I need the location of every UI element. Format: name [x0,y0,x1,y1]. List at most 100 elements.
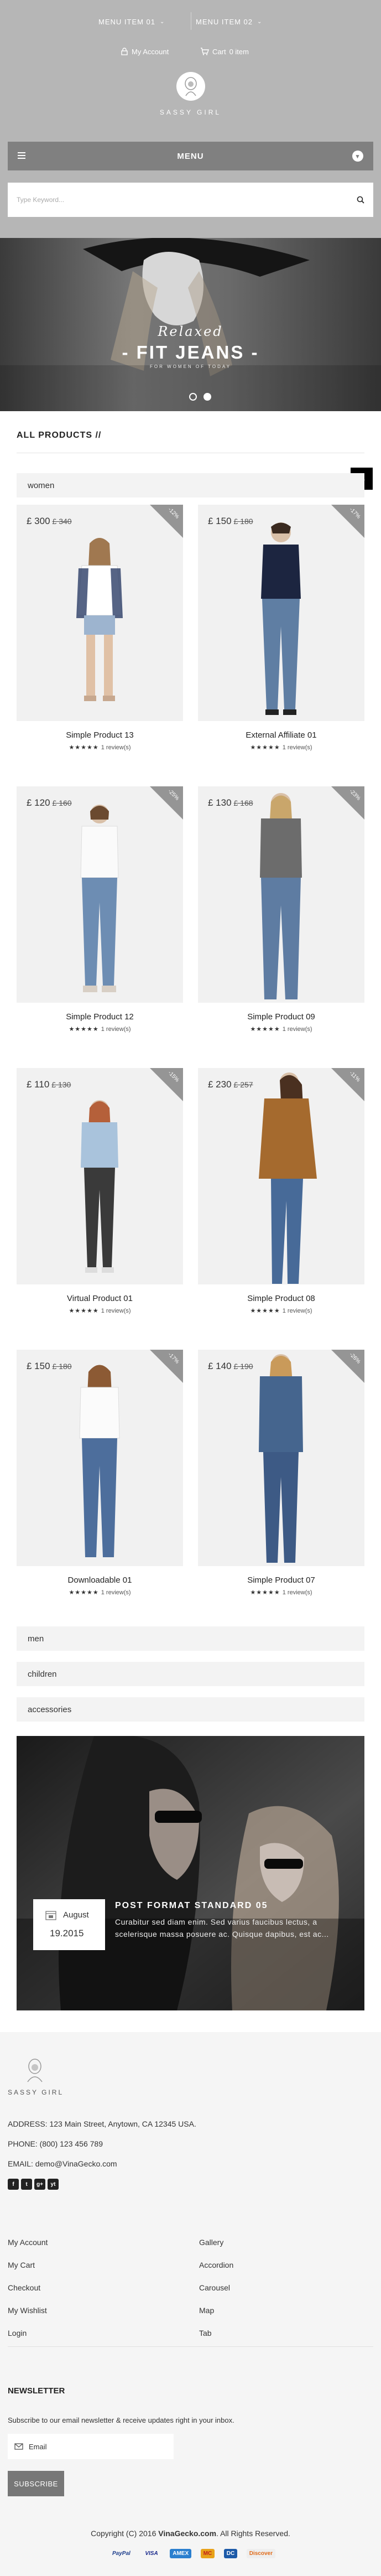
footer-link-checkout[interactable]: Checkout [8,2283,40,2292]
product-image[interactable]: £ 300 £ 340 -12% [17,505,183,721]
footer-link-my-account[interactable]: My Account [8,2238,48,2247]
search-input[interactable] [17,196,357,204]
sale-badge: -15% [150,1068,183,1101]
category-label: women [28,480,55,490]
menu-item-01[interactable]: MENU ITEM 01 ⌄ [98,13,165,30]
product-image[interactable]: £ 230 £ 257 -11% [198,1068,364,1284]
slider-dot-1[interactable] [189,393,197,401]
sale-badge: -25% [150,786,183,820]
blog-title[interactable]: POST FORMAT STANDARD 05 [115,1901,268,1911]
cart-link[interactable]: Cart 0 item [200,43,249,60]
category-tab-accessories[interactable]: accessories [17,1697,364,1722]
old-price: £ 160 [52,799,72,807]
category-label: children [28,1669,57,1679]
footer-link-my-cart[interactable]: My Cart [8,2261,35,2269]
payment-icons: PayPal VISA AMEX MC DC Discover [109,2547,275,2560]
product-price: £ 230 £ 257 [208,1079,253,1090]
product-name[interactable]: Simple Product 07 [198,1575,364,1585]
blog-photo [17,1736,364,2010]
category-tab-men[interactable]: men [17,1626,364,1651]
blog-month: August [63,1910,89,1920]
footer-link-accordion[interactable]: Accordion [199,2261,233,2269]
newsletter-email-input[interactable] [29,2442,126,2451]
product-image[interactable]: £ 120 £ 160 -25% [17,786,183,1003]
logo[interactable] [176,72,205,101]
newsletter-title: NEWSLETTER [8,2386,65,2396]
review-count: 1 review(s) [282,1589,312,1596]
newsletter-description: Subscribe to our email newsletter & rece… [8,2416,234,2424]
my-account-link[interactable]: My Account [121,43,169,60]
logo-icon [185,77,197,96]
product-name[interactable]: Simple Product 08 [198,1294,364,1303]
cart-icon [201,48,209,55]
facebook-icon[interactable]: f [8,2179,19,2190]
menu-item-02-label: MENU ITEM 02 [196,17,253,26]
footer-link-tab[interactable]: Tab [199,2329,212,2337]
rating-stars: ★★★★★ [69,744,99,751]
old-price: £ 168 [233,799,253,807]
product-price: £ 120 £ 160 [27,797,72,808]
product-image[interactable]: £ 150 £ 180 -17% [198,505,364,721]
product-rating: ★★★★★ 1 review(s) [17,744,183,751]
product-image[interactable]: £ 110 £ 130 -15% [17,1068,183,1284]
subscribe-button[interactable]: SUBSCRIBE [8,2471,64,2496]
product-name[interactable]: Simple Product 13 [17,730,183,740]
product-name[interactable]: Downloadable 01 [17,1575,183,1585]
product-image[interactable]: £ 150 £ 180 -17% [17,1350,183,1566]
logo-icon [27,2059,43,2082]
envelope-icon [14,2443,23,2450]
copyright-prefix: Copyright (C) 2016 [91,2529,159,2538]
footer-link-map[interactable]: Map [199,2306,214,2315]
review-count: 1 review(s) [282,744,312,751]
mastercard-icon: MC [200,2548,215,2558]
chevron-down-icon: ⌄ [160,18,165,25]
amex-icon: AMEX [170,2548,192,2558]
product-price: £ 150 £ 180 [208,516,253,526]
category-label: accessories [28,1704,72,1714]
review-count: 1 review(s) [282,1308,312,1314]
calendar-icon [45,1911,56,1920]
mobile-menu-bar[interactable]: MENU ▾ [8,142,373,170]
mobile-menu-label: MENU [177,151,204,161]
google-plus-icon[interactable]: g+ [34,2179,45,2190]
footer-phone: PHONE: (800) 123 456 789 [8,2139,103,2148]
sale-badge: -12% [150,505,183,538]
cart-label: Cart [212,47,226,56]
old-price: £ 340 [52,517,72,526]
blog-post-image[interactable] [17,1736,364,2010]
newsletter-email-field [8,2434,174,2459]
category-tab-women[interactable]: women [17,473,364,497]
product-name[interactable]: Simple Product 09 [198,1012,364,1022]
search-icon[interactable] [357,196,364,204]
youtube-icon[interactable]: yt [48,2179,59,2190]
rating-stars: ★★★★★ [250,1308,280,1314]
banner-subtitle: FOR WOMEN OF TODAY [150,364,231,369]
product-name[interactable]: External Affiliate 01 [198,730,364,740]
product-price: £ 300 £ 340 [27,516,72,526]
product-image[interactable]: £ 130 £ 168 -23% [198,786,364,1003]
rating-stars: ★★★★★ [250,744,280,751]
twitter-icon[interactable]: t [21,2179,32,2190]
diners-club-icon: DC [223,2548,238,2558]
slider-dot-2[interactable] [203,393,211,401]
product-price: £ 130 £ 168 [208,797,253,808]
category-tab-children[interactable]: children [17,1662,364,1686]
footer-link-carousel[interactable]: Carousel [199,2283,230,2292]
footer-logo[interactable] [23,2057,46,2086]
product-price: £ 150 £ 180 [27,1361,72,1371]
rating-stars: ★★★★★ [69,1589,99,1596]
product-name[interactable]: Simple Product 12 [17,1012,183,1022]
product-name[interactable]: Virtual Product 01 [17,1294,183,1303]
hamburger-icon [18,152,25,160]
copyright: Copyright (C) 2016 VinaGecko.com. All Ri… [0,2529,381,2538]
product-image[interactable]: £ 140 £ 190 -26% [198,1350,364,1566]
product-rating: ★★★★★ 1 review(s) [17,1025,183,1033]
copyright-brand-link[interactable]: VinaGecko.com [158,2529,216,2538]
menu-item-02[interactable]: MENU ITEM 02 ⌄ [196,13,262,30]
footer-link-gallery[interactable]: Gallery [199,2238,223,2247]
section-title: ALL PRODUCTS // [17,431,102,440]
footer-link-my-wishlist[interactable]: My Wishlist [8,2306,47,2315]
review-count: 1 review(s) [101,744,131,751]
footer-link-login[interactable]: Login [8,2329,27,2337]
footer-email: EMAIL: demo@VinaGecko.com [8,2159,117,2168]
